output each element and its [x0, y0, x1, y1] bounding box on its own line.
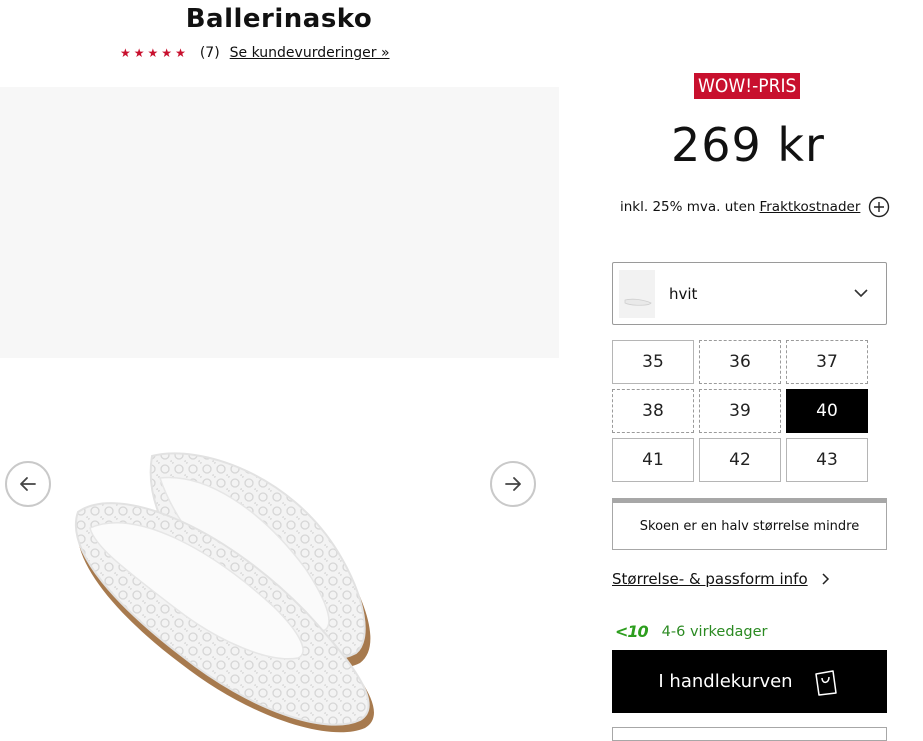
- size-option[interactable]: 43: [786, 438, 868, 482]
- size-fit-info-label: Størrelse- & passform info: [612, 570, 808, 588]
- next-image-button[interactable]: [490, 461, 536, 507]
- delivery-info: <10 4-6 virkedager: [615, 622, 768, 641]
- arrow-left-icon: [20, 477, 36, 491]
- size-option[interactable]: 40: [786, 389, 868, 433]
- color-select-value: hvit: [669, 284, 698, 303]
- size-option[interactable]: 35: [612, 340, 694, 384]
- star-icon: ★: [147, 46, 159, 60]
- size-fit-info-link[interactable]: Størrelse- & passform info: [612, 570, 830, 588]
- size-option[interactable]: 38: [612, 389, 694, 433]
- arrow-right-icon: [505, 477, 521, 491]
- wow-price-badge: WOW!-PRIS: [694, 73, 801, 99]
- add-to-cart-button[interactable]: I handlekurven: [612, 650, 887, 713]
- product-main-image: [0, 87, 559, 358]
- fit-note: Skoen er en halv størrelse mindre: [612, 503, 887, 550]
- size-option[interactable]: 36: [699, 340, 781, 384]
- review-count: (7): [199, 45, 220, 61]
- delivery-time: 4-6 virkedager: [661, 623, 768, 640]
- rating-row: ★ ★ ★ ★ ★ (7) Se kundevurderinger »: [120, 44, 390, 62]
- reviews-link[interactable]: Se kundevurderinger »: [230, 45, 390, 61]
- vat-text: inkl. 25% mva. uten: [620, 199, 756, 215]
- size-grid: 35 36 37 38 39 40 41 42 43: [612, 340, 868, 482]
- add-to-cart-label: I handlekurven: [658, 671, 793, 692]
- color-select[interactable]: hvit: [612, 262, 887, 325]
- wishlist-button[interactable]: [612, 727, 887, 741]
- chevron-right-icon: [822, 573, 829, 585]
- star-icon: ★: [175, 46, 186, 60]
- rating-stars: ★ ★ ★ ★ ★: [120, 47, 186, 59]
- size-option[interactable]: 41: [612, 438, 694, 482]
- size-option[interactable]: 37: [786, 340, 868, 384]
- star-icon: ★: [161, 46, 173, 60]
- shipping-costs-link[interactable]: Fraktkostnader: [759, 199, 860, 215]
- chevron-down-icon: [854, 289, 868, 298]
- size-option[interactable]: 39: [699, 389, 781, 433]
- vat-info: inkl. 25% mva. uten Fraktkostnader: [620, 196, 890, 218]
- delivery-speed-badge: <10: [615, 622, 649, 641]
- size-option[interactable]: 42: [699, 438, 781, 482]
- color-thumbnail: [619, 269, 655, 318]
- shoe-thumbnail-icon: [624, 298, 652, 306]
- previous-image-button[interactable]: [5, 461, 51, 507]
- plus-circle-icon[interactable]: [868, 196, 890, 218]
- shoe-image: [75, 452, 374, 733]
- product-price: 269 kr: [671, 118, 825, 172]
- star-icon: ★: [120, 46, 131, 60]
- product-title: Ballerinasko: [185, 4, 373, 34]
- star-icon: ★: [133, 46, 145, 60]
- shopping-bag-icon: [814, 669, 837, 696]
